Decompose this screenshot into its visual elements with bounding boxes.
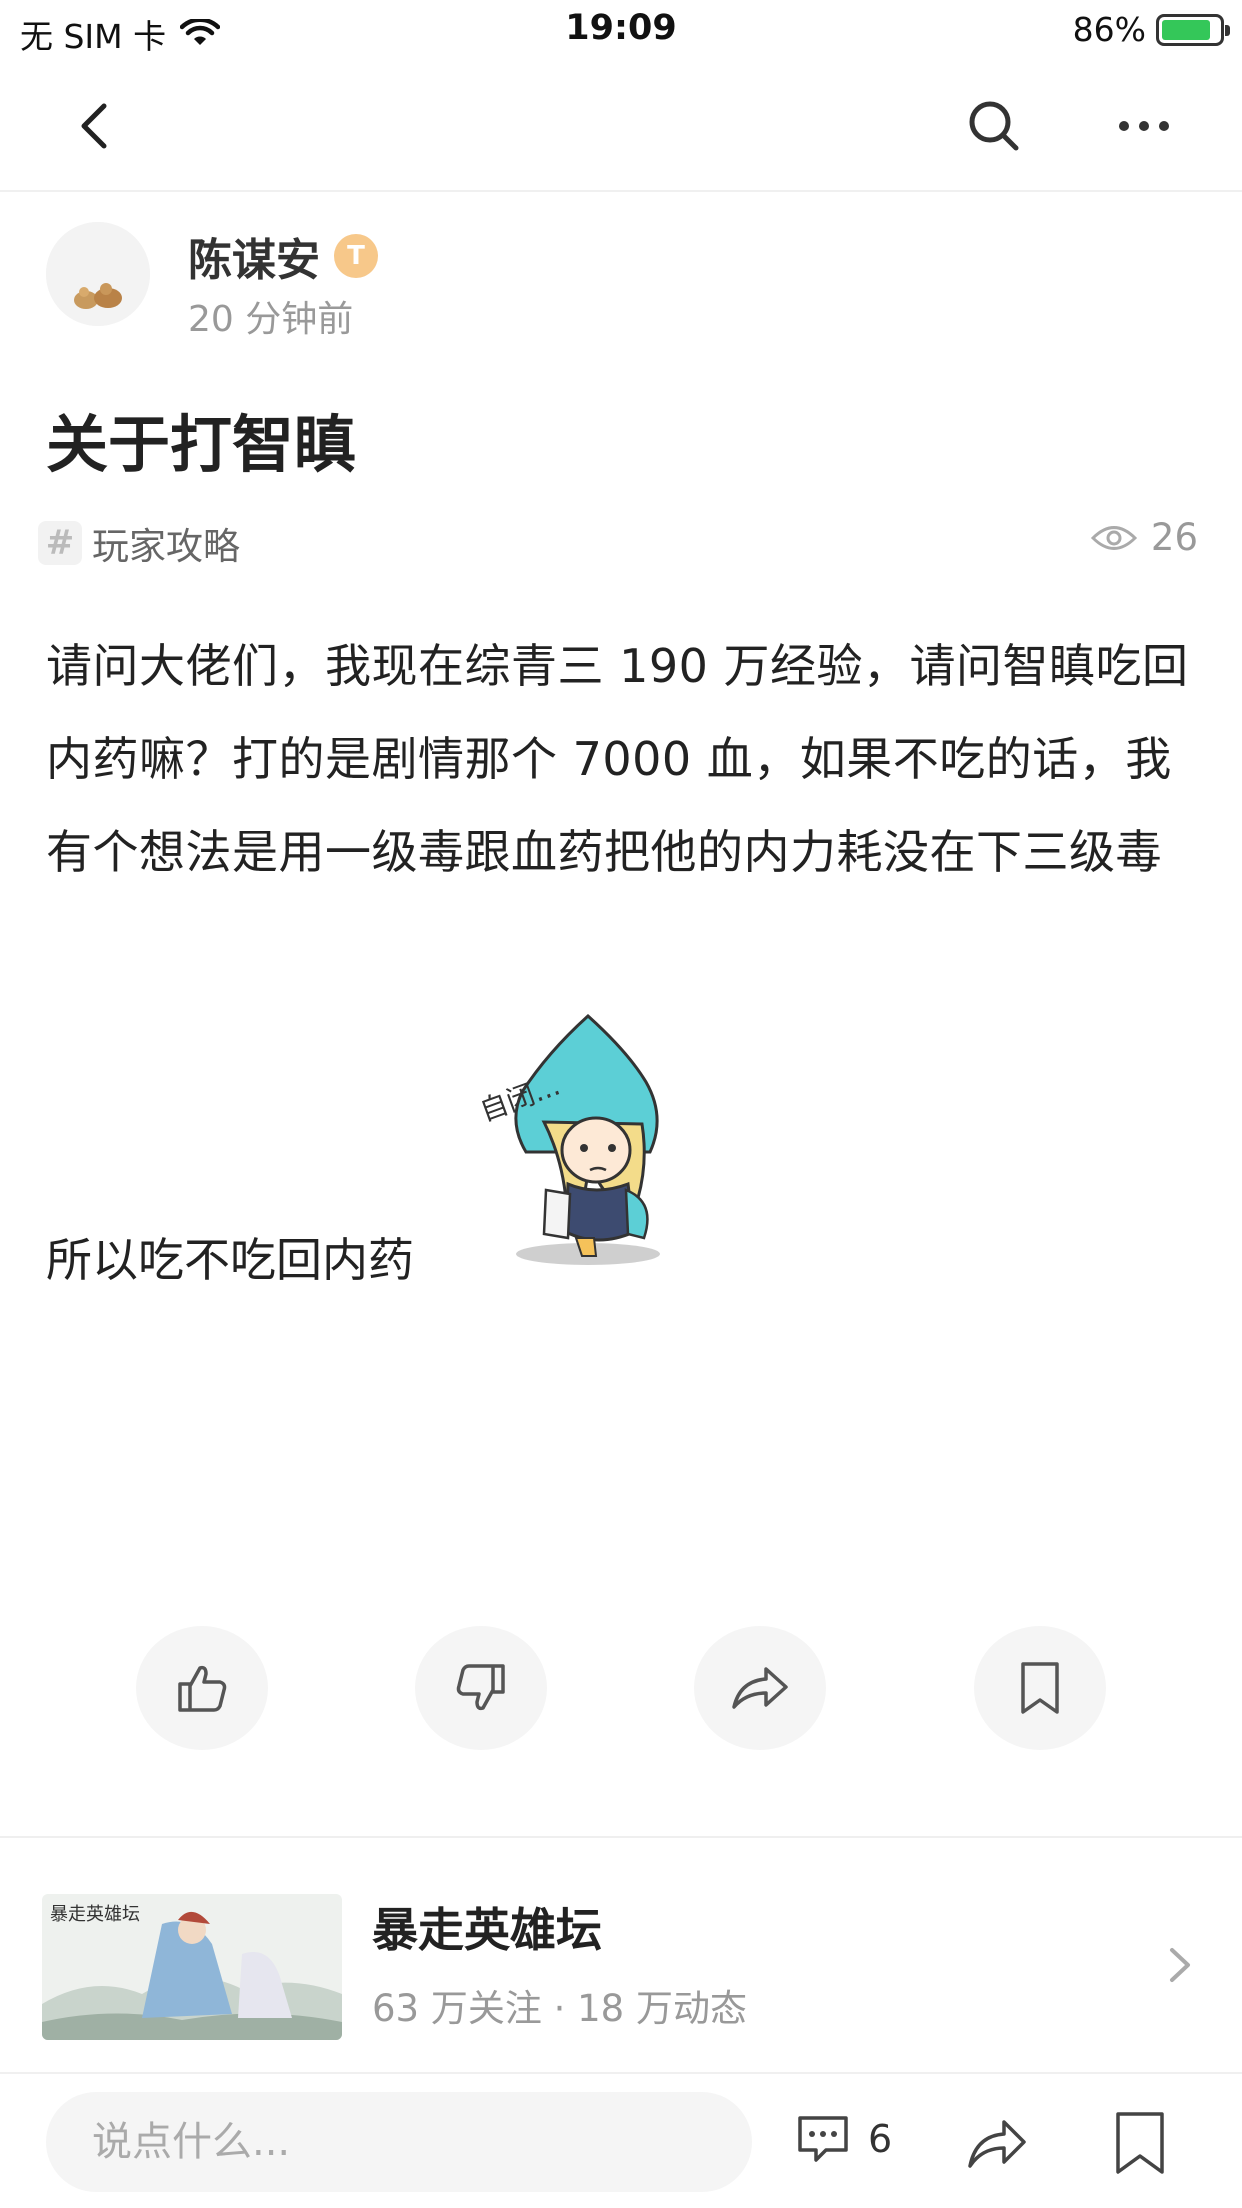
bookmark-icon[interactable] [1112, 2110, 1168, 2176]
post-body-continued: 所以吃不吃回内药 [46, 1233, 414, 1287]
bookmark-icon [1021, 1662, 1059, 1714]
forum-stats: 63 万关注 · 18 万动态 [372, 1987, 747, 2030]
back-icon[interactable] [64, 94, 128, 158]
save-button[interactable] [974, 1626, 1106, 1750]
share-arrow-icon [732, 1667, 788, 1709]
level-badge: T [334, 234, 378, 278]
comment-input[interactable] [46, 2092, 752, 2192]
hashtag-icon: # [38, 521, 82, 565]
post-title: 关于打智瞋 [46, 408, 357, 481]
post-time: 20 分钟前 [188, 299, 354, 340]
view-count: 26 [1090, 516, 1198, 559]
forum-name: 暴走英雄坛 [372, 1903, 602, 1957]
avatar[interactable] [46, 222, 150, 326]
comment-icon [798, 2116, 848, 2162]
eye-icon [1090, 525, 1137, 550]
status-bar: 无 SIM 卡 19:09 86% [0, 0, 1242, 64]
avatar-image [46, 222, 150, 326]
view-count-value: 26 [1150, 516, 1198, 559]
tag-row: # 玩家攻略 26 [38, 516, 1198, 576]
author-name-row: 陈谋安 T [188, 224, 378, 288]
dislike-button[interactable] [415, 1626, 547, 1750]
share-button[interactable] [694, 1626, 826, 1750]
author-header: 陈谋安 T 20 分钟前 [46, 220, 1196, 340]
battery-icon [1156, 13, 1230, 46]
battery-group: 86% [1072, 10, 1230, 49]
author-name[interactable]: 陈谋安 [188, 224, 320, 288]
comment-count: 6 [868, 2117, 893, 2161]
battery-level [1162, 19, 1211, 40]
chevron-right-icon [1170, 1948, 1190, 1982]
nav-bar [0, 64, 1242, 192]
search-icon[interactable] [962, 94, 1026, 158]
thumbs-down-icon [456, 1664, 505, 1711]
topic-tag[interactable]: # 玩家攻略 [38, 516, 1198, 570]
topic-tag-label: 玩家攻略 [92, 525, 240, 568]
post-body: 请问大佬们，我现在综青三 190 万经验，请问智瞋吃回内药嘛？打的是剧情那个 7… [46, 639, 1189, 879]
bottom-bar: 6 [0, 2072, 1242, 2208]
like-button[interactable] [136, 1626, 268, 1750]
clock: 19:09 [565, 8, 677, 48]
share-icon[interactable] [964, 2112, 1028, 2176]
reaction-bar [0, 1626, 1242, 1750]
thumbs-up-icon [178, 1665, 227, 1712]
forum-thumb-caption: 暴走英雄坛 [50, 1904, 140, 1925]
battery-percent: 86% [1072, 10, 1146, 49]
forum-card[interactable]: 暴走英雄坛 暴走英雄坛 63 万关注 · 18 万动态 [0, 1838, 1242, 2072]
comments-button[interactable]: 6 [796, 2114, 892, 2164]
forum-thumbnail: 暴走英雄坛 [42, 1894, 342, 2040]
sticker-image: 自闭... [478, 1013, 660, 1265]
more-icon[interactable] [1112, 94, 1176, 158]
